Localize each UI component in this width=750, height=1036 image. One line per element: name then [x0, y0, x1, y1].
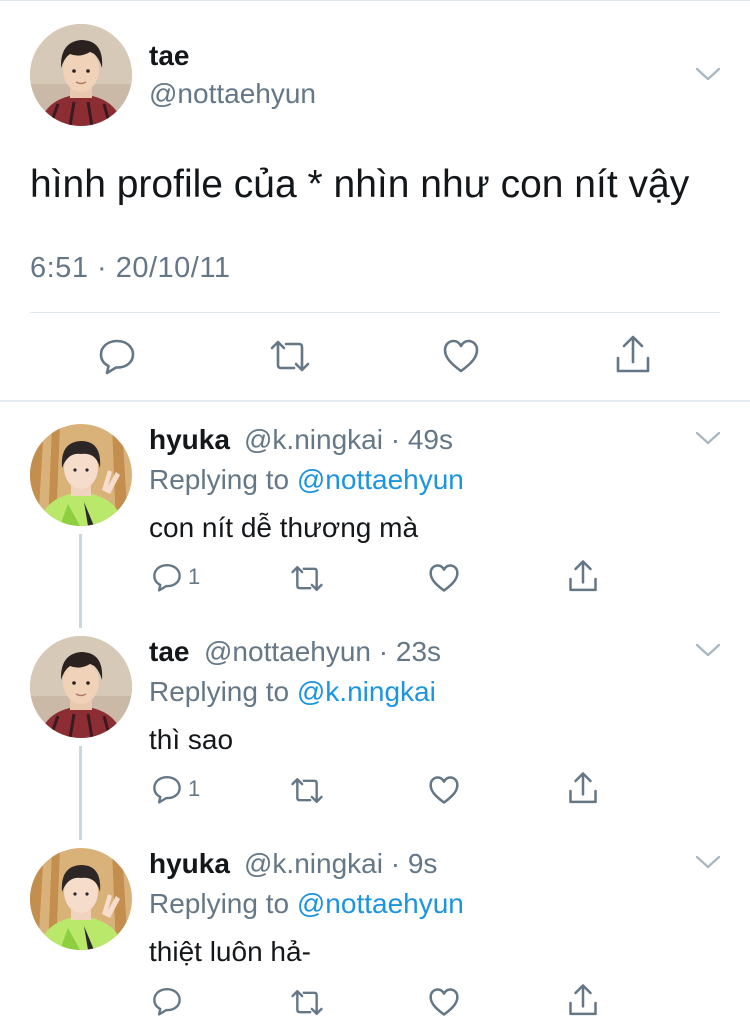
- chevron-down-icon[interactable]: [695, 430, 721, 446]
- share-button[interactable]: [567, 559, 599, 594]
- author-meta[interactable]: @nottaehyun · 23s: [204, 636, 441, 668]
- like-icon: [429, 776, 459, 804]
- reply-icon: [153, 563, 181, 592]
- share-button[interactable]: [614, 334, 652, 376]
- top-divider: [0, 0, 750, 1]
- author-handle[interactable]: @nottaehyun: [149, 78, 316, 110]
- author-name[interactable]: tae: [149, 636, 189, 668]
- avatar[interactable]: [30, 636, 132, 738]
- replying-to-label: Replying to: [149, 676, 290, 707]
- reply-text: thiệt luôn hả-: [149, 936, 311, 967]
- tweet-text: hình profile của * nhìn như con nít vậy: [30, 163, 690, 206]
- share-button[interactable]: [567, 771, 599, 806]
- retweet-icon: [291, 566, 323, 591]
- reply-button[interactable]: [152, 986, 182, 1016]
- author-name[interactable]: hyuka: [149, 424, 230, 456]
- retweet-icon: [270, 340, 310, 372]
- retweet-button[interactable]: [289, 776, 325, 805]
- replying-to: Replying to @nottaehyun: [149, 464, 464, 496]
- replying-to-label: Replying to: [149, 888, 290, 919]
- avatar[interactable]: [30, 424, 132, 526]
- reply-button[interactable]: [98, 337, 136, 375]
- like-button[interactable]: [442, 338, 480, 374]
- reply-text: thì sao: [149, 724, 234, 755]
- mention-link[interactable]: @k.ningkai: [297, 676, 436, 707]
- share-icon: [569, 772, 597, 804]
- replying-to: Replying to @k.ningkai: [149, 676, 436, 708]
- share-button[interactable]: [567, 983, 599, 1018]
- retweet-button[interactable]: [268, 338, 312, 374]
- mention-link[interactable]: @nottaehyun: [297, 888, 464, 919]
- reply-icon: [153, 775, 181, 804]
- share-icon: [569, 984, 597, 1016]
- chevron-down-icon[interactable]: [695, 854, 721, 870]
- reply-text: con nít dễ thương mà: [149, 512, 419, 543]
- reply-button[interactable]: 1: [152, 774, 200, 804]
- reply-count: 1: [188, 564, 201, 589]
- author-name[interactable]: tae: [149, 40, 189, 72]
- retweet-button[interactable]: [289, 988, 325, 1017]
- reply-button[interactable]: 1: [152, 562, 200, 592]
- divider: [30, 312, 720, 313]
- retweet-icon: [291, 778, 323, 803]
- replying-to-label: Replying to: [149, 464, 290, 495]
- retweet-button[interactable]: [289, 564, 325, 593]
- like-icon: [443, 339, 479, 373]
- like-button[interactable]: [428, 987, 460, 1017]
- reply-icon: [99, 339, 135, 375]
- reply-count: 1: [188, 776, 201, 801]
- chevron-down-icon[interactable]: [695, 66, 721, 82]
- replying-to: Replying to @nottaehyun: [149, 888, 464, 920]
- thread-line: [79, 534, 82, 628]
- author-meta[interactable]: @k.ningkai · 9s: [244, 848, 437, 880]
- share-icon: [616, 335, 650, 373]
- thread-line: [79, 746, 82, 840]
- author-meta[interactable]: @k.ningkai · 49s: [244, 424, 453, 456]
- like-button[interactable]: [428, 775, 460, 805]
- mention-link[interactable]: @nottaehyun: [297, 464, 464, 495]
- section-divider: [0, 400, 750, 402]
- avatar[interactable]: [30, 24, 132, 126]
- reply-icon: [153, 987, 181, 1016]
- like-button[interactable]: [428, 563, 460, 593]
- share-icon: [569, 560, 597, 592]
- tweet-timestamp[interactable]: 6:51 · 20/10/11: [30, 252, 230, 285]
- like-icon: [429, 988, 459, 1016]
- author-name[interactable]: hyuka: [149, 848, 230, 880]
- like-icon: [429, 564, 459, 592]
- avatar[interactable]: [30, 848, 132, 950]
- chevron-down-icon[interactable]: [695, 642, 721, 658]
- retweet-icon: [291, 990, 323, 1015]
